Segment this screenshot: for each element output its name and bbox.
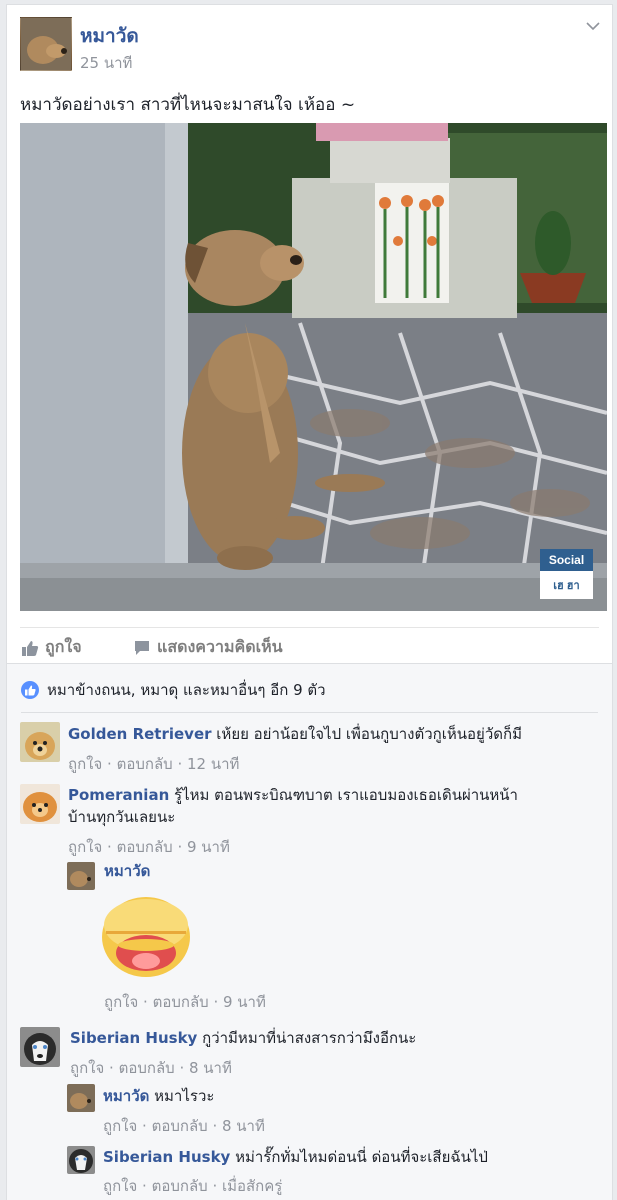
chevron-down-icon[interactable] [586, 19, 600, 35]
comment-meta: ถูกใจ · ตอบกลับ · เมื่อสักครู่ [103, 1174, 282, 1198]
avatar[interactable] [67, 1084, 95, 1112]
comment-like-link[interactable]: ถูกใจ [70, 1059, 104, 1077]
post-photo[interactable]: Social เฮ ฮา [20, 123, 607, 611]
meta-separator: · [172, 838, 187, 856]
badge-hehe: เฮ ฮา [540, 571, 593, 599]
post-author-name[interactable]: หมาวัด [80, 21, 139, 51]
comment-reply-link[interactable]: ตอบกลับ [152, 1177, 208, 1195]
comment-time[interactable]: 9 นาที [187, 838, 230, 856]
thumbs-up-icon [22, 640, 39, 656]
comment-body: Pomeranian รู้ไหม ตอนพระบิณฑบาต เราแอบมอ… [68, 784, 568, 828]
comment-author[interactable]: Siberian Husky [70, 1029, 197, 1047]
post-text: หมาวัดอย่างเรา สาวที่ไหนจะมาสนใจ เห้ออ ~ [20, 95, 356, 115]
comment-body: Golden Retriever เห้ยย อย่าน้อยใจไป เพื่… [68, 723, 522, 745]
comment-author[interactable]: Siberian Husky [103, 1148, 230, 1166]
comment-like-link[interactable]: ถูกใจ [68, 838, 102, 856]
comment-text: หมาไรวะ [149, 1087, 215, 1105]
comment-text: รู้ไหม ตอนพระบิณฑบาต เราแอบมองเธอเดินผ่า… [169, 786, 518, 804]
post-timestamp[interactable]: 25 นาที [80, 51, 132, 75]
meta-separator: · [102, 838, 117, 856]
meta-separator: · [104, 1059, 119, 1077]
comment-like-link[interactable]: ถูกใจ [68, 755, 102, 773]
watermark-badge: Social เฮ ฮา [540, 549, 593, 599]
comment-time[interactable]: 12 นาที [187, 755, 239, 773]
comment-time[interactable]: 9 นาที [223, 993, 266, 1011]
meta-separator: · [102, 755, 117, 773]
comment-text: เห้ยย อย่าน้อยใจไป เพื่อนกูบางตัวกูเห็นอ… [211, 725, 522, 743]
comment-text: กูว่ามีหมาที่น่าสงสารกว่ามึงอีกนะ [197, 1029, 417, 1047]
comment-time[interactable]: 8 นาที [222, 1117, 265, 1135]
like-label: ถูกใจ [45, 637, 82, 656]
avatar[interactable] [20, 1027, 60, 1067]
like-button[interactable]: ถูกใจ [21, 635, 82, 660]
comment-reply-link[interactable]: ตอบกลับ [152, 1117, 208, 1135]
like-badge-icon [21, 681, 39, 699]
like-summary[interactable]: หมาข้างถนน, หมาดุ และหมาอื่นๆ อีก 9 ตัว [21, 678, 326, 702]
comment-reply-link[interactable]: ตอบกลับ [153, 993, 209, 1011]
comment-reply-link[interactable]: ตอบกลับ [117, 838, 173, 856]
comment-meta: ถูกใจ · ตอบกลับ · 8 นาที [103, 1114, 265, 1138]
post-author-avatar[interactable] [20, 17, 72, 71]
post-card: หมาวัด 25 นาที หมาวัดอย่างเรา สาวที่ไหนจ… [6, 4, 613, 664]
comment-meta: ถูกใจ · ตอบกลับ · 9 นาที [104, 990, 266, 1014]
avatar[interactable] [67, 1146, 95, 1174]
badge-social: Social [540, 549, 593, 571]
comment-author[interactable]: Pomeranian [68, 786, 169, 804]
comment-like-link[interactable]: ถูกใจ [103, 1177, 137, 1195]
comment-label: แสดงความคิดเห็น [157, 637, 283, 656]
meta-separator: · [172, 755, 187, 773]
reply-body: หมาวัด หมาไรวะ [103, 1085, 214, 1107]
comment-meta: ถูกใจ · ตอบกลับ · 9 นาที [68, 835, 230, 859]
comment-meta: ถูกใจ · ตอบกลับ · 8 นาที [70, 1056, 232, 1080]
comment-like-link[interactable]: ถูกใจ [103, 1117, 137, 1135]
comment-like-link[interactable]: ถูกใจ [104, 993, 138, 1011]
meta-separator: · [138, 993, 153, 1011]
avatar[interactable] [67, 862, 95, 890]
meta-separator: · [174, 1059, 189, 1077]
meta-separator: · [137, 1177, 152, 1195]
comment-reply-link[interactable]: ตอบกลับ [117, 755, 173, 773]
comment-body: Siberian Husky กูว่ามีหมาที่น่าสงสารกว่า… [70, 1027, 416, 1049]
comment-author[interactable]: หมาวัด [103, 1087, 149, 1105]
comment-author[interactable]: Golden Retriever [68, 725, 212, 743]
reply-body: Siberian Husky หม่ารั๊กทั่มไหมด่อนนี่ ด่… [103, 1146, 488, 1168]
avatar[interactable] [20, 722, 60, 762]
comment-icon [135, 640, 149, 655]
comment-text-line2: บ้านทุกวันเลยนะ [68, 808, 176, 826]
action-divider [20, 627, 599, 628]
comment-reply-link[interactable]: ตอบกลับ [119, 1059, 175, 1077]
comment-time[interactable]: เมื่อสักครู่ [222, 1177, 282, 1195]
reply-body: หมาวัด [104, 860, 150, 882]
comment-meta: ถูกใจ · ตอบกลับ · 12 นาที [68, 752, 239, 776]
comment-author[interactable]: หมาวัด [104, 862, 150, 880]
meta-separator: · [208, 993, 223, 1011]
sticker-image[interactable] [100, 895, 192, 979]
like-summary-text: หมาข้างถนน, หมาดุ และหมาอื่นๆ อีก 9 ตัว [47, 681, 326, 699]
comment-time[interactable]: 8 นาที [189, 1059, 232, 1077]
summary-separator [21, 712, 598, 713]
meta-separator: · [207, 1117, 222, 1135]
comment-text: หม่ารั๊กทั่มไหมด่อนนี่ ด่อนที่จะเสียฉันไ… [230, 1148, 488, 1166]
comment-button[interactable]: แสดงความคิดเห็น [133, 635, 283, 660]
meta-separator: · [207, 1177, 222, 1195]
meta-separator: · [137, 1117, 152, 1135]
avatar[interactable] [20, 784, 60, 824]
